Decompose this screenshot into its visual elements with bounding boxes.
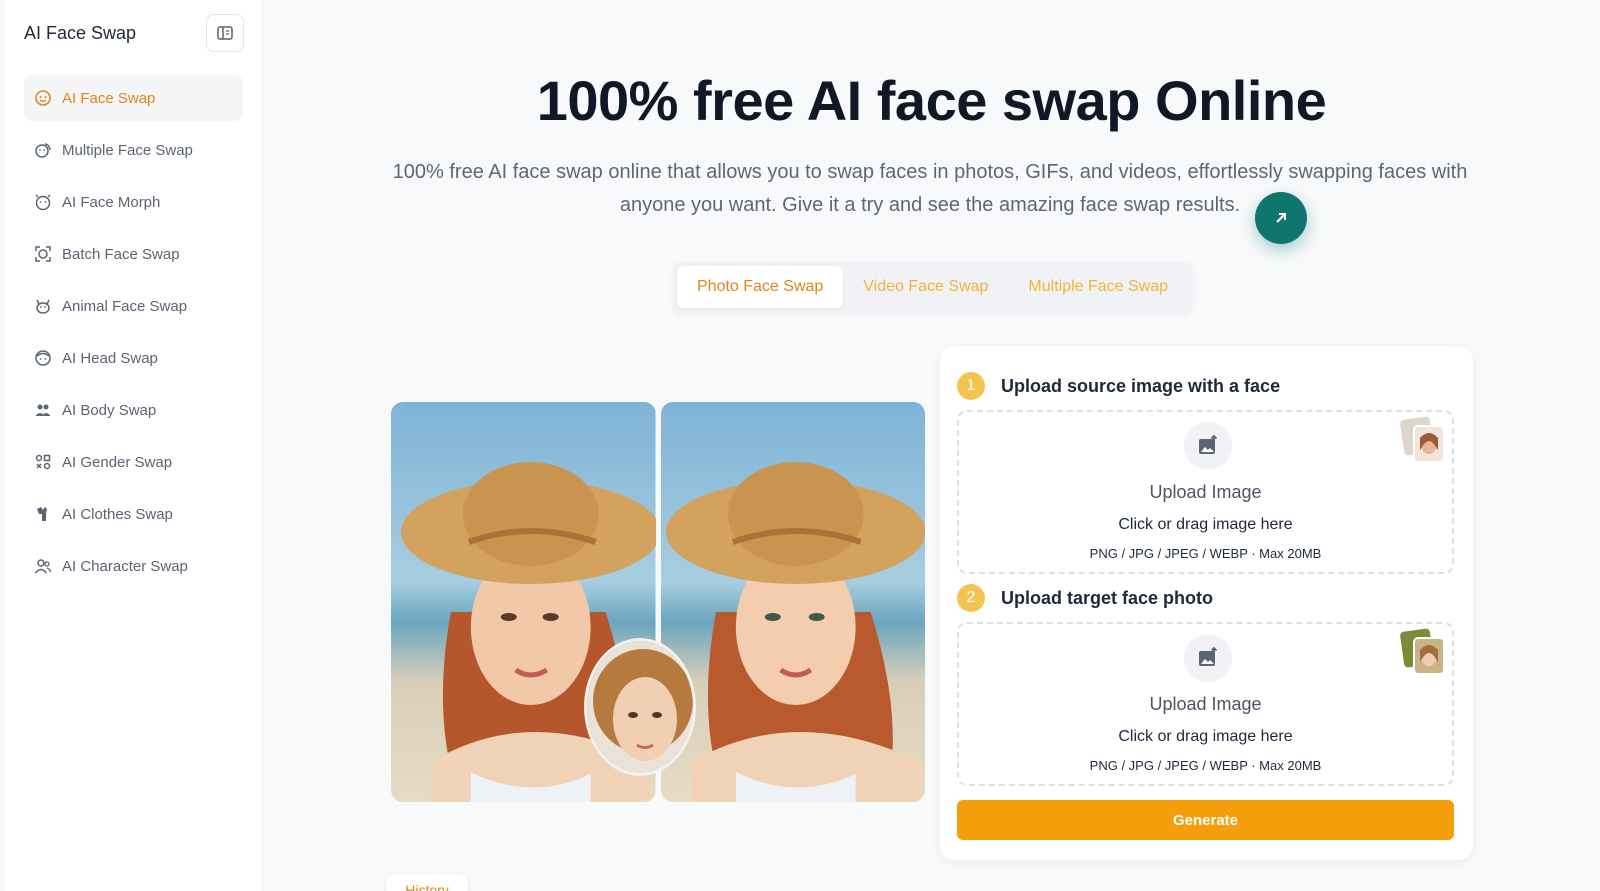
expand-button[interactable] <box>1255 192 1307 244</box>
sample-target-thumbnail[interactable] <box>1400 628 1446 676</box>
cat-icon <box>34 297 52 315</box>
clothes-icon <box>34 505 52 523</box>
sidebar: AI Face Swap AI Face Swap Multiple Face … <box>5 0 263 891</box>
step-number: 1 <box>957 372 985 400</box>
step-number: 2 <box>957 584 985 612</box>
sidebar-toggle-icon <box>217 26 233 40</box>
sidebar-item-batch-face-swap[interactable]: Batch Face Swap <box>24 231 243 277</box>
tab-video-face-swap[interactable]: Video Face Swap <box>843 266 1008 308</box>
sidebar-item-animal-face-swap[interactable]: Animal Face Swap <box>24 283 243 329</box>
body-icon <box>34 401 52 419</box>
sidebar-item-label: Batch Face Swap <box>62 245 180 263</box>
sidebar-item-ai-character-swap[interactable]: AI Character Swap <box>24 543 243 589</box>
tab-multiple-face-swap[interactable]: Multiple Face Swap <box>1008 266 1188 308</box>
page-subtitle: 100% free AI face swap online that allow… <box>392 161 1468 216</box>
source-image-dropzone[interactable]: Upload Image Click or drag image here PN… <box>957 410 1454 574</box>
sidebar-item-label: AI Clothes Swap <box>62 505 173 523</box>
step-2-header: 2 Upload target face photo <box>957 584 1213 612</box>
sidebar-item-multiple-face-swap[interactable]: Multiple Face Swap <box>24 127 243 173</box>
step-1-header: 1 Upload source image with a face <box>957 372 1280 400</box>
sidebar-item-label: AI Character Swap <box>62 557 188 575</box>
history-tab[interactable]: History <box>386 874 468 891</box>
upload-hint: Click or drag image here <box>1118 516 1293 533</box>
sample-source-thumbnail[interactable] <box>1400 416 1446 464</box>
sidebar-item-ai-body-swap[interactable]: AI Body Swap <box>24 387 243 433</box>
image-upload-icon <box>1184 422 1232 470</box>
upload-title: Upload Image <box>1149 694 1262 714</box>
sidebar-item-ai-gender-swap[interactable]: AI Gender Swap <box>24 439 243 485</box>
generate-button[interactable]: Generate <box>957 800 1454 840</box>
brand-title: AI Face Swap <box>24 22 137 43</box>
sidebar-item-label: AI Face Morph <box>62 193 161 211</box>
head-icon <box>34 349 52 367</box>
sidebar-item-label: Multiple Face Swap <box>62 141 193 159</box>
arrow-up-right-icon <box>1276 213 1286 223</box>
upload-formats: PNG / JPG / JPEG / WEBP · Max 20MB <box>1089 758 1322 773</box>
sidebar-item-label: AI Gender Swap <box>62 453 173 471</box>
sidebar-item-ai-clothes-swap[interactable]: AI Clothes Swap <box>24 491 243 537</box>
sidebar-item-ai-head-swap[interactable]: AI Head Swap <box>24 335 243 381</box>
page-title: 100% free AI face swap Online <box>536 69 1327 132</box>
swap-mode-tabs: Photo Face Swap Video Face Swap Multiple… <box>673 262 1193 312</box>
upload-hint: Click or drag image here <box>1118 728 1293 745</box>
sidebar-item-label: Animal Face Swap <box>62 297 188 315</box>
step-title: Upload target face photo <box>1001 587 1214 608</box>
upload-title: Upload Image <box>1149 482 1262 502</box>
collapse-sidebar-button[interactable] <box>206 14 244 52</box>
batch-face-icon <box>34 245 52 263</box>
target-face-thumbnail <box>584 638 696 776</box>
tab-photo-face-swap[interactable]: Photo Face Swap <box>677 266 844 308</box>
sidebar-item-label: AI Head Swap <box>62 349 158 367</box>
sidebar-item-ai-face-morph[interactable]: AI Face Morph <box>24 179 243 225</box>
example-result-image <box>660 402 925 802</box>
gender-icon <box>34 453 52 471</box>
upload-panel: 1 Upload source image with a face Upload… <box>940 346 1473 860</box>
step-title: Upload source image with a face <box>1001 375 1281 396</box>
upload-formats: PNG / JPG / JPEG / WEBP · Max 20MB <box>1089 546 1322 561</box>
sidebar-item-label: AI Body Swap <box>62 401 157 419</box>
image-upload-icon <box>1184 634 1232 682</box>
face-morph-icon <box>34 193 52 211</box>
multi-face-icon <box>34 141 52 159</box>
sidebar-nav: AI Face Swap Multiple Face Swap AI Face … <box>5 66 262 589</box>
target-face-dropzone[interactable]: Upload Image Click or drag image here PN… <box>957 622 1454 786</box>
character-icon <box>34 557 52 575</box>
sidebar-header: AI Face Swap <box>5 0 262 66</box>
